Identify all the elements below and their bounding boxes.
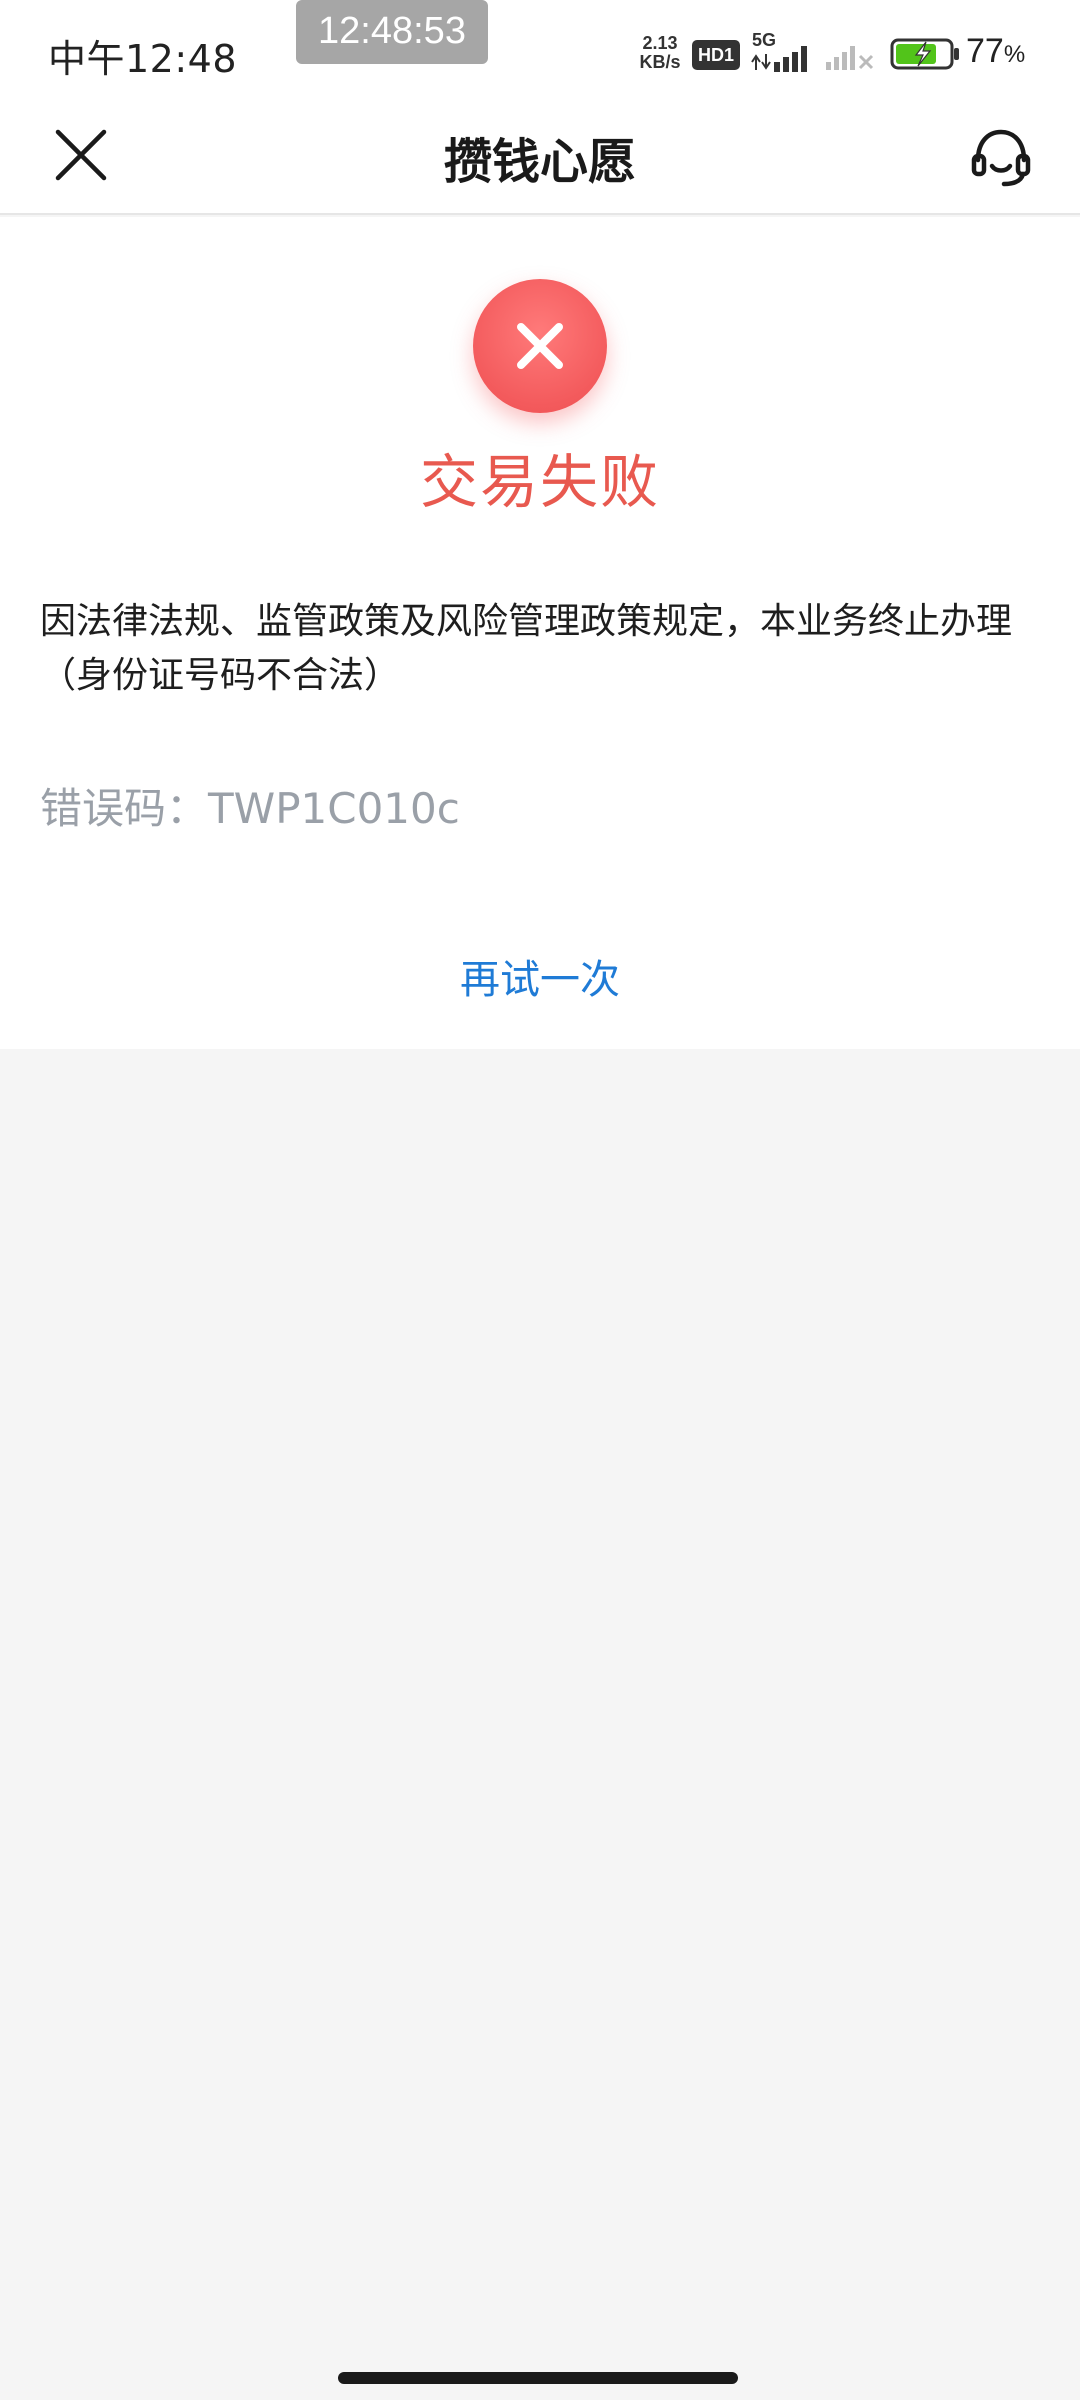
signal-sim2-icon <box>824 36 876 72</box>
battery-icon <box>890 38 962 70</box>
retry-button[interactable]: 再试一次 <box>0 947 1080 1005</box>
nav-bar: 攒钱心愿 <box>0 100 1080 215</box>
error-x-icon <box>517 323 563 369</box>
clock-overlay: 12:48:53 <box>296 0 488 64</box>
error-code-value: TWP1C010c <box>208 784 460 833</box>
error-status-badge <box>473 279 607 413</box>
battery-percent-sign: % <box>1003 41 1026 68</box>
customer-service-button[interactable] <box>966 122 1036 192</box>
battery-percent-value: 77 <box>966 32 1004 70</box>
hd-badge: HD1 <box>692 40 740 70</box>
screen: 中午12:48 12:48:53 2.13 KB/s HD1 5G 77% 攒钱… <box>0 0 1080 2400</box>
error-code-label: 错误码： <box>40 784 209 833</box>
result-message: 因法律法规、监管政策及风险管理政策规定，本业务终止办理（身份证号码不合法） <box>40 601 1013 696</box>
battery-percent: 77% <box>966 32 1025 71</box>
signal-5g-icon: 5G <box>750 30 820 74</box>
status-time: 中午12:48 <box>48 37 238 81</box>
home-indicator[interactable] <box>338 2372 738 2384</box>
result-title: 交易失败 <box>419 448 660 516</box>
network-speed-unit: KB/s <box>639 52 681 72</box>
headset-icon <box>971 129 1031 187</box>
page-title: 攒钱心愿 <box>443 134 636 190</box>
network-speed-value: 2.13 <box>642 33 678 53</box>
status-bar: 中午12:48 12:48:53 2.13 KB/s HD1 5G 77% <box>0 0 1080 100</box>
network-speed: 2.13 KB/s <box>634 34 686 72</box>
result-panel: 交易失败 因法律法规、监管政策及风险管理政策规定，本业务终止办理（身份证号码不合… <box>0 217 1080 1049</box>
error-code: 错误码：TWP1C010c <box>40 775 460 836</box>
